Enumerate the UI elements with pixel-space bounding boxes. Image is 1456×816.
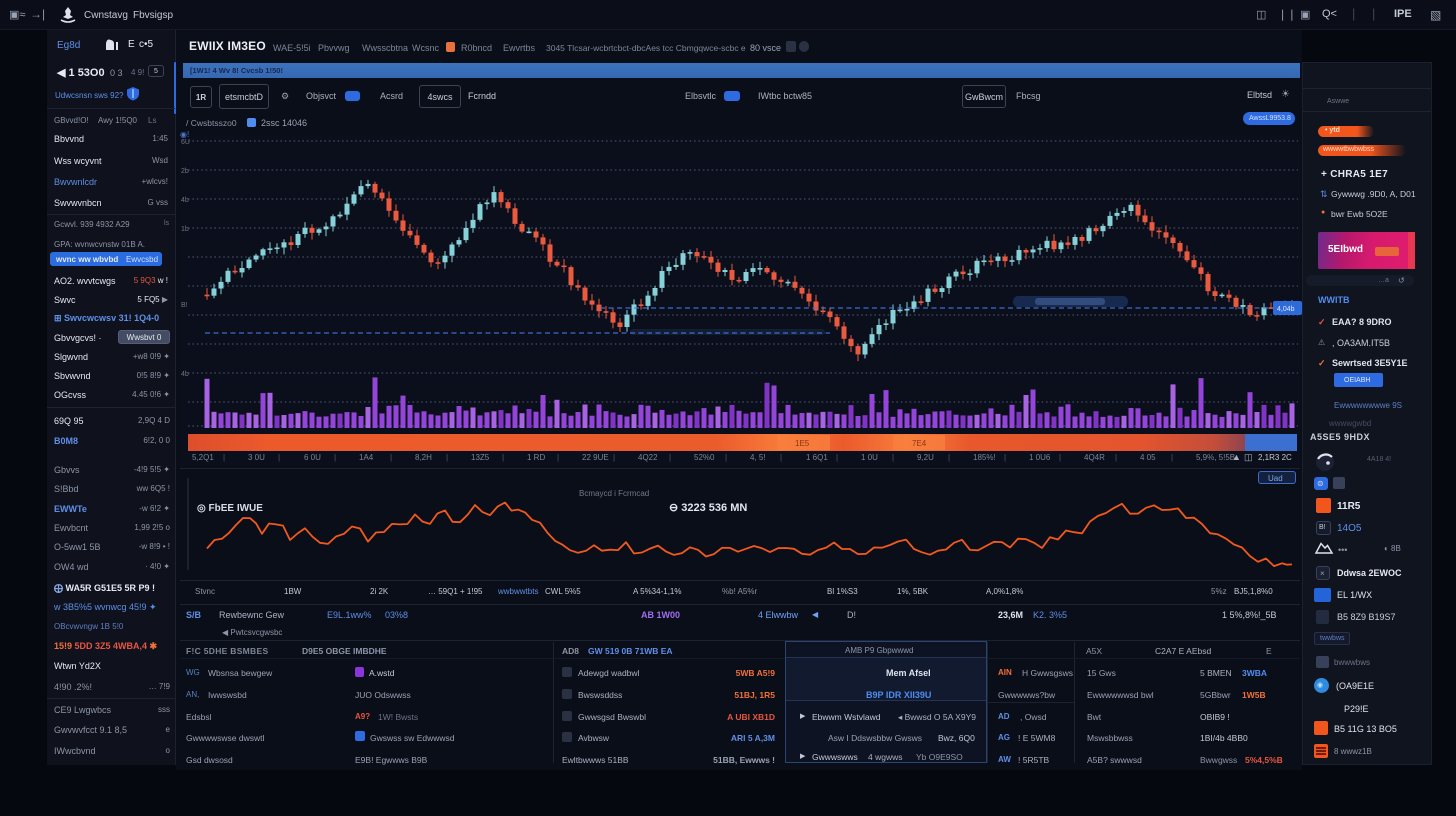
svg-text:7E4: 7E4: [912, 439, 927, 448]
svg-text:4b: 4b: [181, 197, 189, 204]
svg-text:1E5: 1E5: [795, 439, 810, 448]
svg-text:B!: B!: [181, 302, 188, 309]
svg-text:4,04b: 4,04b: [1277, 306, 1295, 313]
svg-text:6U: 6U: [181, 139, 190, 146]
svg-text:2b: 2b: [181, 168, 189, 175]
svg-text:1b: 1b: [181, 226, 189, 233]
svg-text:4b: 4b: [181, 371, 189, 378]
